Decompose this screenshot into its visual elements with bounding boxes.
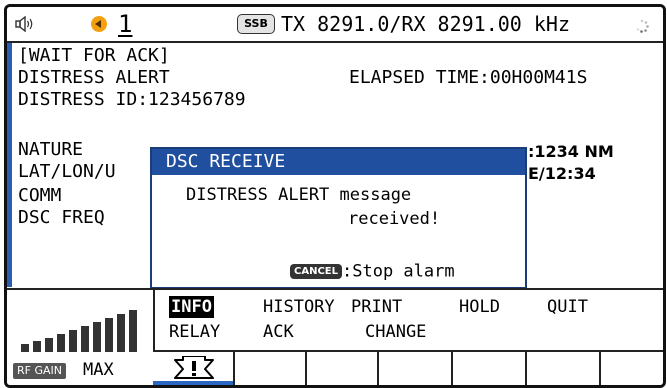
quit-button[interactable]: QUIT xyxy=(547,296,588,318)
spinner-icon xyxy=(636,19,649,33)
alert-type-text: DISTRESS ALERT xyxy=(18,67,170,88)
wait-status-text: [WAIT FOR ACK] xyxy=(18,45,170,66)
distress-id-text: DISTRESS ID:123456789 xyxy=(18,89,246,110)
tab-cell-4[interactable] xyxy=(379,352,453,385)
distance-value: :1234 NM xyxy=(528,142,614,161)
channel-number: 1 xyxy=(118,10,133,38)
cancel-key-icon[interactable]: CANCEL xyxy=(290,264,342,279)
dsc-receive-dialog: DSC RECEIVE DISTRESS ALERT message recei… xyxy=(150,147,527,289)
display-frame: 1 SSB TX 8291.0/RX 8291.00 kHz [WAIT FOR… xyxy=(4,4,666,388)
bottom-control-area: RF GAIN MAX INFO HISTORY PRINT HOLD QUIT… xyxy=(7,288,663,385)
rf-gain-bars-icon[interactable] xyxy=(21,308,141,352)
frequency-readout: TX 8291.0/RX 8291.00 kHz xyxy=(281,12,570,36)
tab-cell-2[interactable] xyxy=(235,352,307,385)
cancel-action-text: :Stop alarm xyxy=(342,261,455,282)
lat-lon-label: LAT/LON/U xyxy=(18,161,116,182)
print-button[interactable]: PRINT xyxy=(351,296,402,318)
dialog-title: DSC RECEIVE xyxy=(152,149,525,175)
elapsed-time-text: ELAPSED TIME:00H00M41S xyxy=(349,67,588,88)
channel-mode-icon xyxy=(91,16,107,32)
relay-button[interactable]: RELAY xyxy=(169,321,220,343)
tab-cell-6[interactable] xyxy=(527,352,601,385)
history-button[interactable]: HISTORY xyxy=(263,296,335,318)
rf-gain-badge: RF GAIN xyxy=(13,363,66,379)
tab-cell-3[interactable] xyxy=(307,352,379,385)
function-tab-strip xyxy=(153,350,663,385)
nature-label: NATURE xyxy=(18,139,84,160)
tab-cell-5[interactable] xyxy=(453,352,527,385)
status-bar: 1 SSB TX 8291.0/RX 8291.00 kHz xyxy=(7,7,663,43)
time-value: E/12:34 xyxy=(528,164,596,183)
tab-cell-1 xyxy=(153,352,235,385)
change-button[interactable]: CHANGE xyxy=(365,321,426,343)
mode-badge: SSB xyxy=(237,14,275,34)
hold-button[interactable]: HOLD xyxy=(459,296,500,318)
rf-gain-level: MAX xyxy=(83,360,114,380)
info-button[interactable]: INFO xyxy=(169,296,214,318)
rf-gain-panel: RF GAIN MAX xyxy=(7,290,155,385)
radio-display: 1 SSB TX 8291.0/RX 8291.00 kHz [WAIT FOR… xyxy=(0,0,667,388)
ack-button[interactable]: ACK xyxy=(263,321,294,343)
cancel-hint[interactable]: CANCEL:Stop alarm xyxy=(290,261,455,282)
speaker-icon[interactable] xyxy=(15,16,35,32)
comm-label: COMM xyxy=(18,185,62,206)
dialog-message-line1: DISTRESS ALERT message xyxy=(186,185,412,205)
tab-cell-7[interactable] xyxy=(601,352,663,385)
dsc-freq-label: DSC FREQ xyxy=(18,207,105,228)
dialog-message-line2: received! xyxy=(348,209,441,229)
